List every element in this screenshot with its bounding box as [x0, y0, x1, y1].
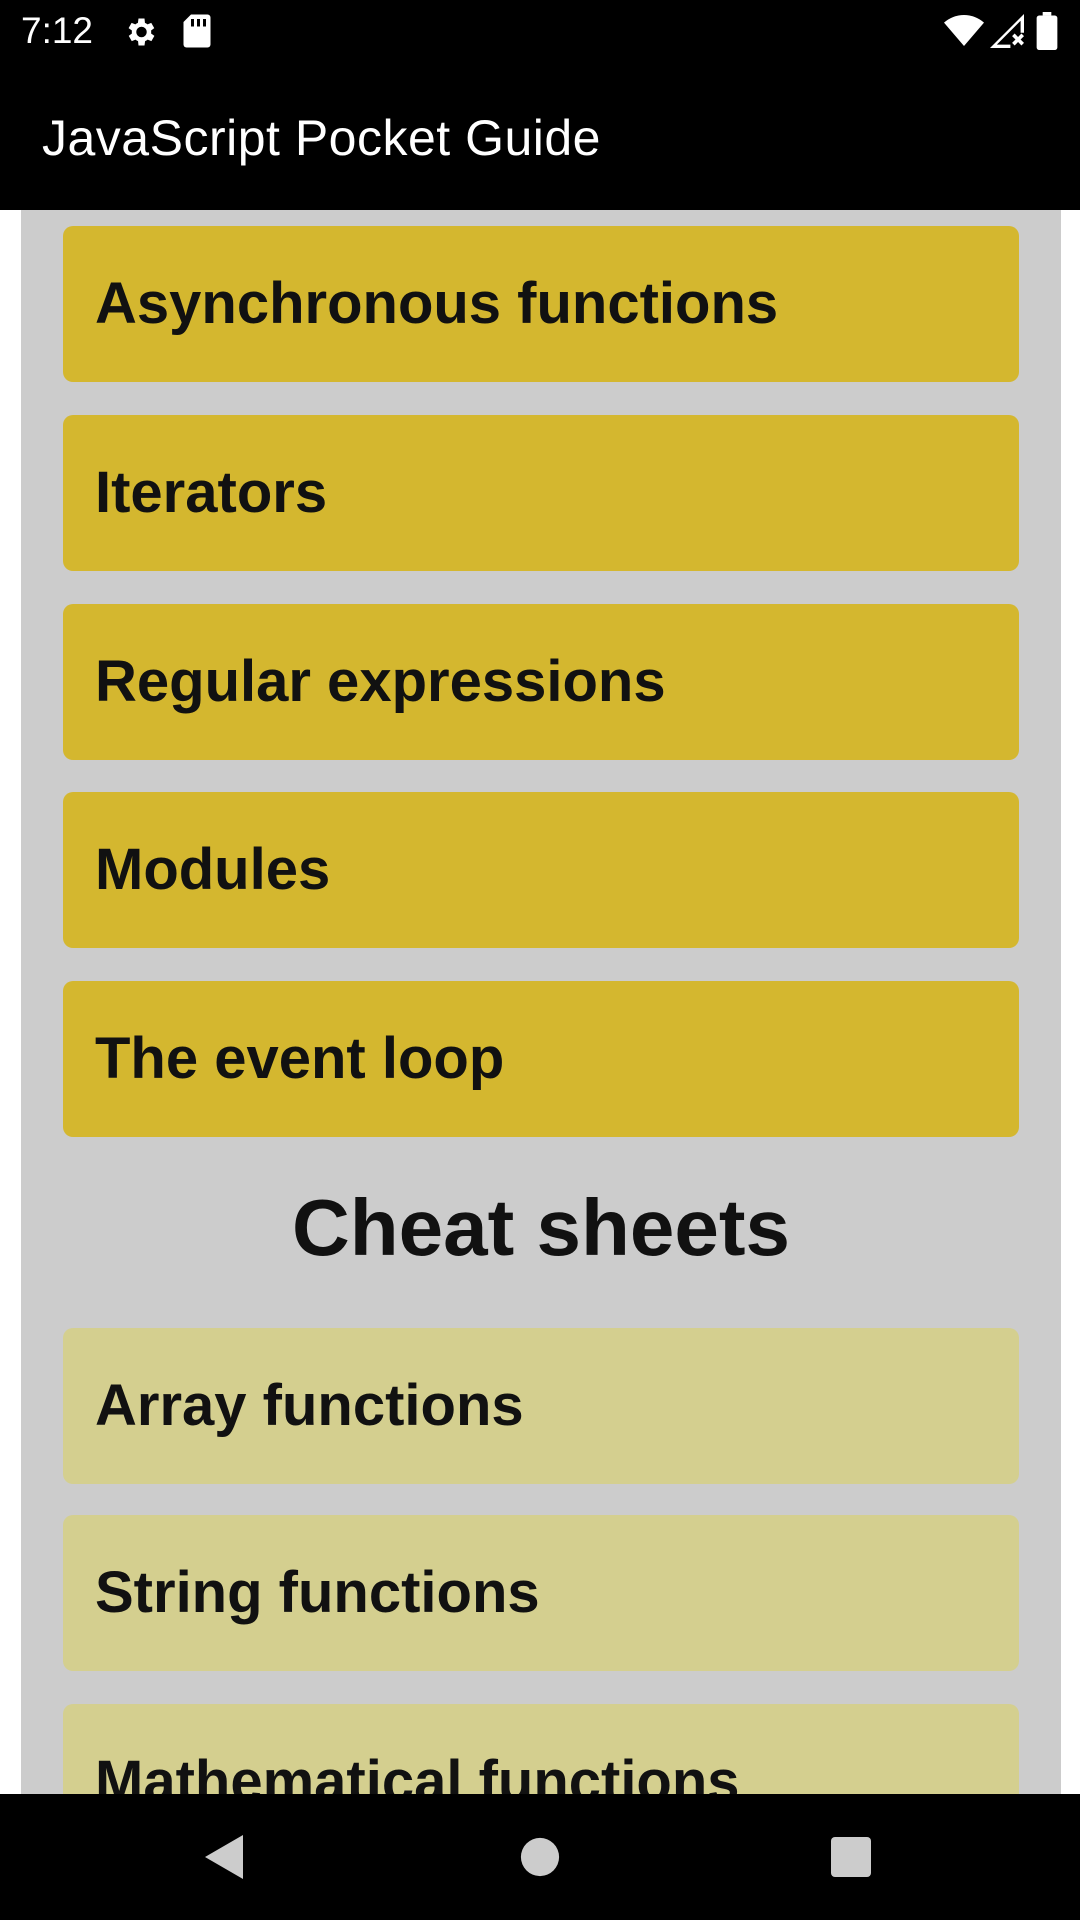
topic-card-regular-expressions[interactable]: Regular expressions [63, 604, 1019, 760]
content-panel: Asynchronous functions Iterators Regular… [21, 210, 1061, 1794]
app-bar: JavaScript Pocket Guide [0, 63, 1080, 210]
signal-icon [990, 14, 1024, 53]
topic-card-label: The event loop [95, 1026, 505, 1091]
topic-card-label: Modules [95, 837, 331, 902]
cheat-sheet-card-label: String functions [95, 1560, 540, 1625]
cheat-sheet-card-string-functions[interactable]: String functions [63, 1515, 1019, 1671]
recents-icon[interactable] [818, 1824, 884, 1890]
sd-card-icon [182, 13, 212, 54]
status-time: 7:12 [21, 10, 94, 51]
topic-card-event-loop[interactable]: The event loop [63, 981, 1019, 1137]
home-icon[interactable] [507, 1824, 573, 1890]
cheat-sheet-card-label: Array functions [95, 1373, 524, 1438]
topic-card-asynchronous-functions[interactable]: Asynchronous functions [63, 226, 1019, 382]
app-title: JavaScript Pocket Guide [42, 110, 601, 166]
cheat-sheet-card-array-functions[interactable]: Array functions [63, 1328, 1019, 1484]
cheat-sheets-heading: Cheat sheets [292, 1183, 790, 1272]
cheat-sheet-card-label: Mathematical functions [95, 1749, 740, 1794]
navigation-bar [0, 1794, 1080, 1920]
battery-icon [1036, 12, 1058, 55]
wifi-icon [944, 14, 984, 53]
topic-card-modules[interactable]: Modules [63, 792, 1019, 948]
gear-icon [122, 14, 158, 55]
topic-card-label: Asynchronous functions [95, 271, 779, 336]
back-icon[interactable] [192, 1824, 258, 1890]
topic-card-label: Regular expressions [95, 649, 666, 714]
cheat-sheet-card-mathematical-functions[interactable]: Mathematical functions [63, 1704, 1019, 1794]
content-scroll-area[interactable]: Asynchronous functions Iterators Regular… [0, 210, 1080, 1794]
topic-card-label: Iterators [95, 460, 328, 525]
topic-card-iterators[interactable]: Iterators [63, 415, 1019, 571]
status-bar: 7:12 [0, 0, 1080, 63]
